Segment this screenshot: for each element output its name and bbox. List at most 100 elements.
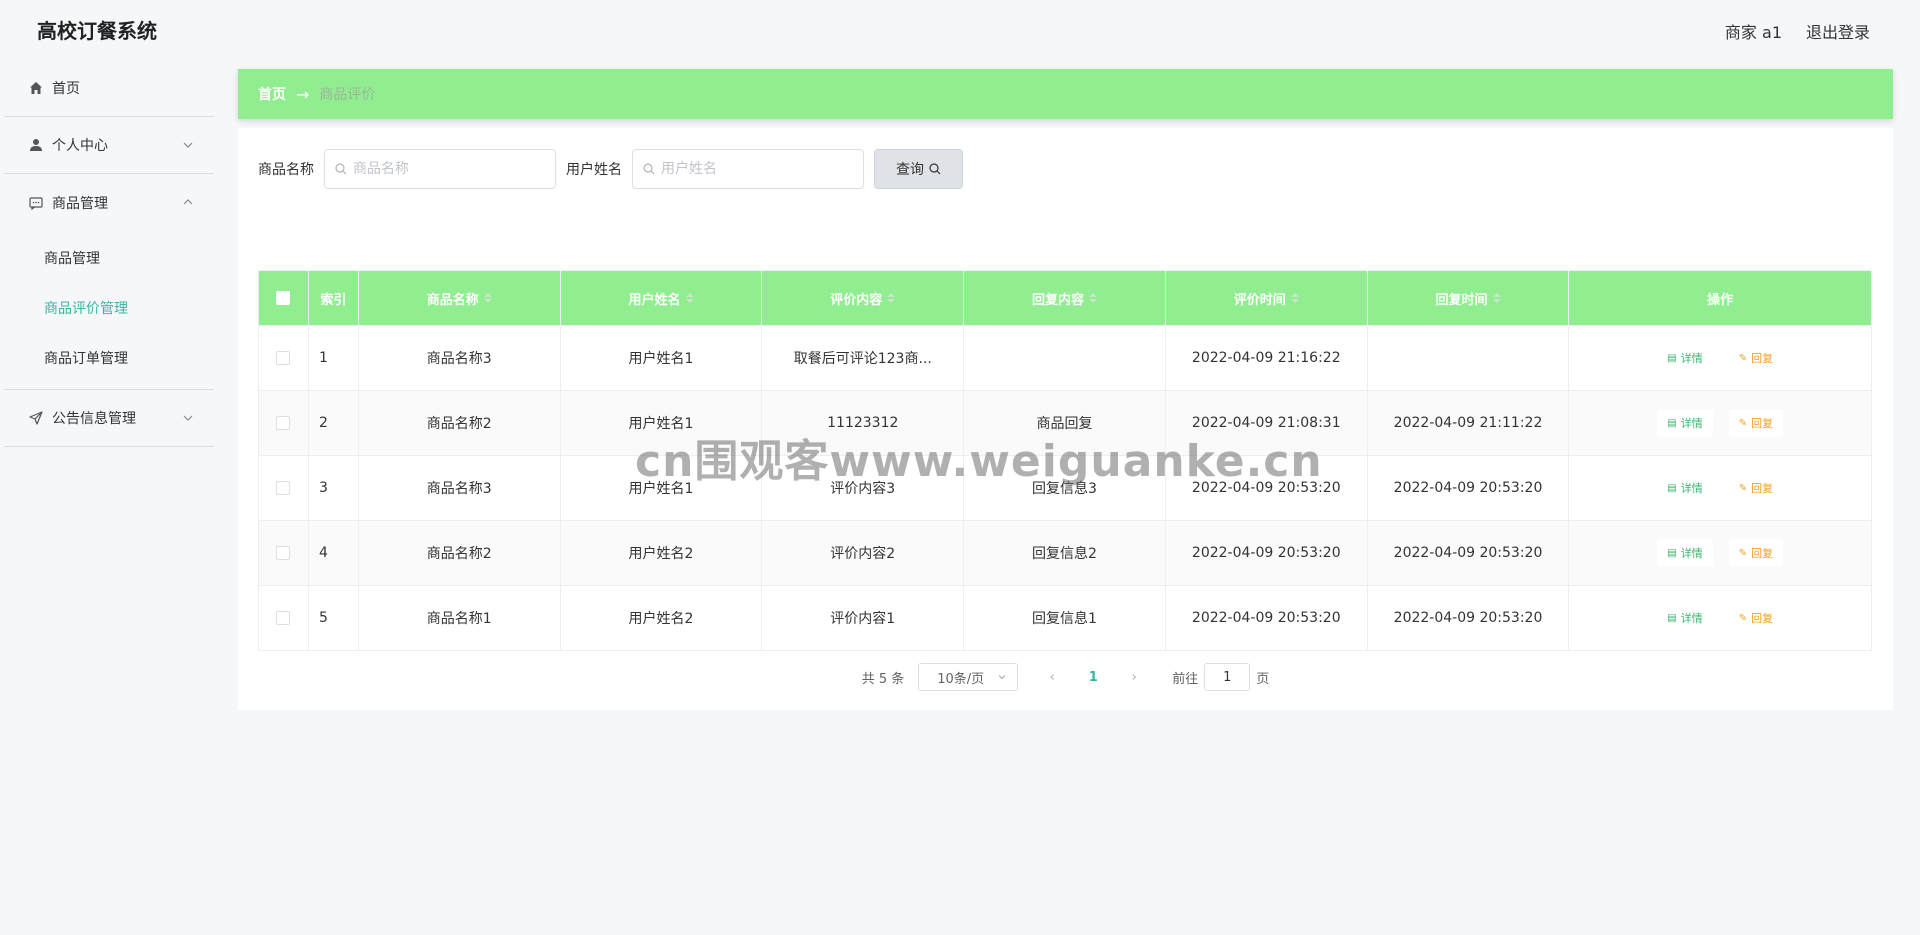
search-icon [335,163,347,175]
header-user-name[interactable]: 用户姓名 [561,271,763,325]
cell-reply: 回复信息1 [964,586,1166,650]
sort-icon[interactable] [1089,293,1097,303]
reply-label: 回复 [1751,547,1774,560]
reply-button[interactable]: ✎ 回复 [1728,344,1784,372]
sort-icon[interactable] [483,293,492,303]
pagination-total: 共 5 条 [861,671,905,687]
detail-button[interactable]: ▤ 详情 [1657,474,1713,502]
search-form: 商品名称 用户姓名 查询 [258,149,963,189]
row-select [259,586,309,650]
sort-icon[interactable] [1492,293,1501,303]
header-label: 评价时间 [1233,292,1286,308]
user-name-input[interactable] [661,161,851,177]
row-checkbox[interactable] [276,611,291,625]
header-label: 回复时间 [1435,292,1488,308]
row-checkbox[interactable] [276,351,291,365]
sidebar-item-profile[interactable]: 个人中心 [4,117,214,174]
document-icon: ▤ [1667,352,1677,364]
cell-content: 评价内容1 [762,586,965,650]
cell-actions: ▤ 详情 ✎ 回复 [1569,586,1871,650]
row-select [259,456,309,520]
chevron-down-icon [183,142,193,148]
cell-reply [964,326,1166,390]
cell-time: 2022-04-09 21:16:22 [1166,326,1368,390]
sidebar-subitem-goods[interactable]: 商品管理 [4,233,214,283]
query-button[interactable]: 查询 [874,149,963,189]
cell-user-name: 用户姓名1 [561,391,763,455]
page-suffix: 页 [1256,671,1270,687]
sidebar-item-goods[interactable]: 商品管理 [4,174,214,231]
cell-time: 2022-04-09 20:53:20 [1166,586,1368,650]
header-label: 用户姓名 [628,292,681,308]
cell-goods-name: 商品名称1 [359,586,561,650]
reply-button[interactable]: ✎ 回复 [1728,409,1784,437]
edit-icon: ✎ [1738,417,1748,429]
document-icon: ▤ [1667,417,1677,429]
user-name-field[interactable] [632,149,864,189]
cell-reply: 商品回复 [964,391,1166,455]
cell-time: 2022-04-09 20:53:20 [1166,521,1368,585]
next-page-button[interactable]: › [1120,670,1148,685]
header-label: 评价内容 [830,292,883,308]
breadcrumb-current: 商品评价 [319,87,376,103]
header-index: 索引 [309,271,359,325]
chat-icon [28,195,44,211]
detail-label: 详情 [1680,612,1703,625]
sidebar-item-notice[interactable]: 公告信息管理 [4,390,214,447]
detail-button[interactable]: ▤ 详情 [1657,604,1713,632]
sidebar-subitem-reviews[interactable]: 商品评价管理 [4,283,214,333]
header-reply-time[interactable]: 回复时间 [1368,271,1570,325]
top-bar: 高校订餐系统 商家 a1 退出登录 [0,0,1920,60]
header-time[interactable]: 评价时间 [1166,271,1368,325]
sort-icon[interactable] [685,293,694,303]
detail-button[interactable]: ▤ 详情 [1657,409,1713,437]
cell-content: 评价内容2 [762,521,965,585]
row-checkbox[interactable] [276,416,291,430]
cell-content: 评价内容3 [762,456,965,520]
page-number[interactable]: 1 [1078,670,1108,685]
goods-name-input[interactable] [353,161,543,177]
sidebar-subitem-orders[interactable]: 商品订单管理 [4,333,214,383]
breadcrumb-home[interactable]: 首页 [258,84,286,104]
cell-reply-time: 2022-04-09 20:53:20 [1368,586,1570,650]
row-checkbox[interactable] [276,546,291,560]
cell-goods-name: 商品名称3 [359,326,561,390]
page-size-select[interactable]: 10条/页 [918,663,1019,691]
header-label: 操作 [1707,292,1734,308]
cell-reply: 回复信息2 [964,521,1166,585]
reply-button[interactable]: ✎ 回复 [1728,539,1784,567]
detail-button[interactable]: ▤ 详情 [1657,344,1713,372]
row-select [259,521,309,585]
header-content[interactable]: 评价内容 [762,271,965,325]
goods-name-field[interactable] [324,149,556,189]
cell-user-name: 用户姓名1 [561,326,763,390]
header-goods-name[interactable]: 商品名称 [359,271,561,325]
sort-icon[interactable] [887,293,896,303]
cell-index: 2 [309,391,359,455]
cell-goods-name: 商品名称3 [359,456,561,520]
sort-icon[interactable] [1290,293,1299,303]
cell-reply: 回复信息3 [964,456,1166,520]
table-row: 2 商品名称2 用户姓名1 11123312 商品回复 2022-04-09 2… [259,390,1871,455]
sidebar-item-label: 公告信息管理 [52,411,136,427]
table-row: 4 商品名称2 用户姓名2 评价内容2 回复信息2 2022-04-09 20:… [259,520,1871,585]
row-checkbox[interactable] [276,481,291,495]
header-reply[interactable]: 回复内容 [964,271,1166,325]
select-all-checkbox[interactable] [276,291,291,305]
goto-page-input[interactable]: 1 [1204,663,1251,691]
cell-actions: ▤ 详情 ✎ 回复 [1569,456,1871,520]
detail-label: 详情 [1680,417,1703,430]
prev-page-button[interactable]: ‹ [1038,670,1066,685]
cell-user-name: 用户姓名2 [561,521,763,585]
breadcrumb: 首页 → 商品评价 [238,69,1893,119]
sidebar-item-home[interactable]: 首页 [4,60,214,117]
detail-button[interactable]: ▤ 详情 [1657,539,1713,567]
cell-actions: ▤ 详情 ✎ 回复 [1569,521,1871,585]
reply-button[interactable]: ✎ 回复 [1728,474,1784,502]
cell-reply-time: 2022-04-09 20:53:20 [1368,456,1570,520]
cell-actions: ▤ 详情 ✎ 回复 [1569,391,1871,455]
logout-button[interactable]: 退出登录 [1806,19,1870,43]
goods-name-label: 商品名称 [258,162,314,178]
cell-content: 取餐后可评论123商... [762,326,965,390]
reply-button[interactable]: ✎ 回复 [1728,604,1784,632]
